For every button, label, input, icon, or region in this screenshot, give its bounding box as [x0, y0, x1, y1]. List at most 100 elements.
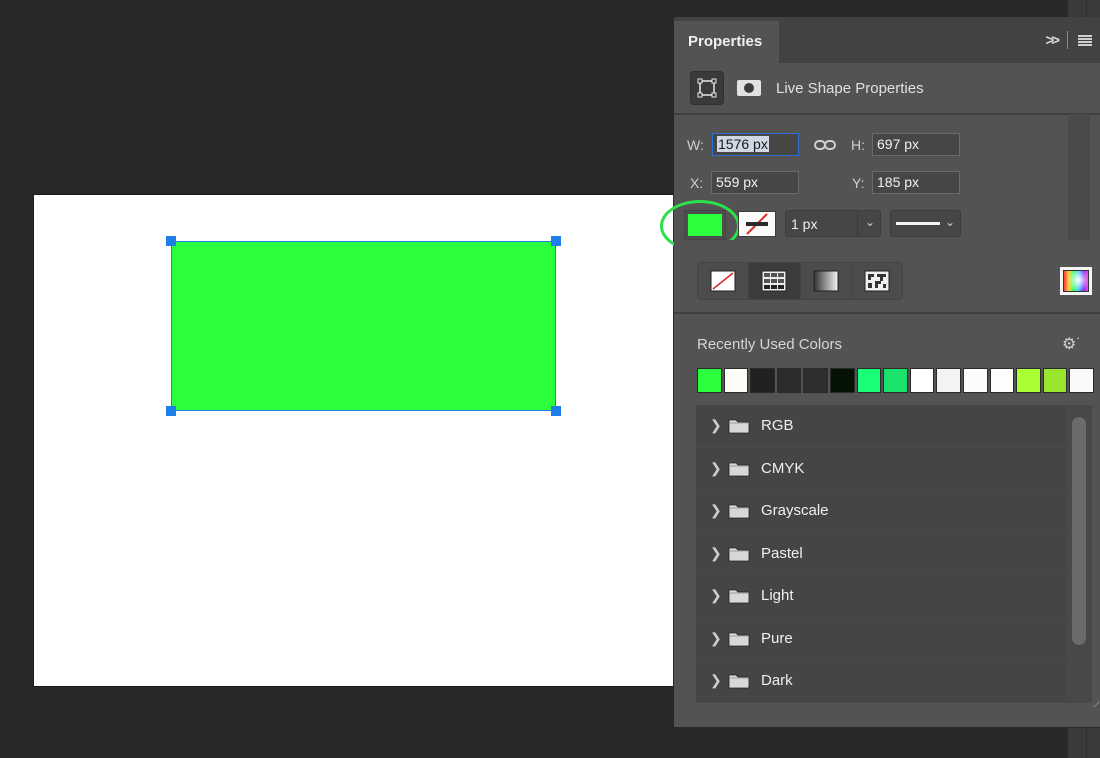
fill-swatch: [688, 214, 722, 236]
color-swatch[interactable]: [909, 368, 935, 393]
swatch-folder-item[interactable]: ❯ Grayscale: [696, 490, 1092, 533]
folder-name: RGB: [761, 417, 794, 435]
swatch-folder-list: ❯ RGB ❯ CMYK ❯ Grayscale ❯ Pastel ❯ Light ❯ Pure ❯ Da…: [696, 405, 1092, 703]
color-swatch[interactable]: [723, 368, 749, 393]
stroke-line-icon: [896, 222, 940, 225]
panel-tabbar: Properties >>: [674, 17, 1100, 63]
color-swatch[interactable]: [750, 368, 775, 393]
folder-name: Grayscale: [761, 502, 829, 520]
color-swatch[interactable]: [962, 368, 988, 393]
folder-icon: [728, 504, 750, 519]
document-canvas[interactable]: [34, 195, 684, 686]
folder-name: Light: [761, 587, 794, 605]
resize-handle-top-left[interactable]: [166, 236, 176, 246]
pattern-button[interactable]: [852, 263, 902, 299]
chevron-right-icon[interactable]: ❯: [710, 630, 722, 647]
folder-name: Pure: [761, 629, 793, 647]
fill-type-selector: [697, 262, 903, 300]
folder-name: Pastel: [761, 544, 803, 562]
folder-icon: [728, 547, 750, 561]
folder-icon: [728, 462, 750, 476]
chevron-right-icon[interactable]: ❯: [710, 417, 722, 434]
transform-icon: [697, 78, 717, 98]
swatch-folder-item[interactable]: ❯ Pure: [696, 618, 1092, 660]
folder-icon: [728, 419, 750, 434]
swatch-folder-item[interactable]: ❯ RGB: [696, 405, 1092, 448]
mask-icon: [737, 80, 761, 96]
recent-colors-title: Recently Used Colors: [697, 336, 843, 353]
color-swatch[interactable]: [883, 368, 908, 393]
fill-color-button[interactable]: [684, 210, 726, 240]
h-label: H:: [851, 137, 865, 153]
chevron-down-icon: ⌄: [864, 215, 875, 229]
transform-button[interactable]: [690, 71, 724, 105]
w-label: W:: [687, 137, 704, 153]
rectangle-shape[interactable]: [166, 236, 561, 416]
panel-scroll-area: [1068, 114, 1090, 244]
folder-icon: [728, 674, 750, 689]
resize-handle-bottom-right[interactable]: [551, 406, 561, 416]
resize-handle-top-right[interactable]: [551, 236, 561, 246]
no-stroke-icon: [746, 213, 768, 235]
divider: [674, 312, 1100, 314]
collapse-panel-icon[interactable]: >>: [1045, 32, 1059, 49]
scrollbar-thumb[interactable]: [1072, 417, 1086, 645]
swatch-folder-item[interactable]: ❯ Dark: [696, 660, 1092, 703]
color-spectrum-icon: [1063, 270, 1089, 292]
swatch-folder-item[interactable]: ❯ CMYK: [696, 448, 1092, 490]
color-swatch[interactable]: [1042, 368, 1068, 393]
fill-color-popup: Recently Used Colors ⚙˙ ❯ RGB ❯ CMYK ❯ Graysc…: [674, 240, 1100, 708]
chevron-right-icon[interactable]: ❯: [710, 672, 722, 689]
no-color-icon: [710, 270, 736, 292]
no-color-button[interactable]: [698, 263, 750, 299]
gradient-icon: [813, 270, 839, 292]
color-swatch[interactable]: [1016, 368, 1041, 393]
y-field[interactable]: 185 px: [872, 171, 960, 194]
swatch-folder-item[interactable]: ❯ Pastel: [696, 533, 1092, 575]
divider: [674, 113, 1100, 115]
mask-button[interactable]: [732, 71, 766, 105]
stroke-color-button[interactable]: [738, 211, 776, 237]
x-label: X:: [690, 175, 704, 191]
color-swatch[interactable]: [856, 368, 882, 393]
color-swatch[interactable]: [697, 368, 722, 393]
color-swatch[interactable]: [776, 368, 802, 393]
scrollbar-track[interactable]: [1066, 405, 1092, 703]
divider: [1067, 31, 1068, 49]
stroke-type-dropdown[interactable]: ⌄: [890, 210, 961, 237]
section-title: Live Shape Properties: [776, 79, 924, 97]
x-field[interactable]: 559 px: [711, 171, 799, 194]
color-swatch[interactable]: [936, 368, 961, 393]
resize-handle-bottom-left[interactable]: [166, 406, 176, 416]
folder-name: CMYK: [761, 459, 805, 477]
chevron-right-icon[interactable]: ❯: [710, 460, 722, 477]
panel-menu-icon[interactable]: [1078, 34, 1092, 46]
chevron-right-icon[interactable]: ❯: [710, 587, 722, 604]
height-field[interactable]: 697 px: [872, 133, 960, 156]
chevron-down-icon: ⌄: [944, 215, 955, 229]
shape-fill: [172, 242, 555, 410]
color-swatch[interactable]: [803, 368, 828, 393]
swatch-grid-icon: [761, 270, 787, 292]
swatch-folder-item[interactable]: ❯ Light: [696, 575, 1092, 618]
tab-properties[interactable]: Properties: [674, 21, 779, 63]
gear-icon[interactable]: ⚙˙: [1062, 334, 1082, 354]
color-swatch[interactable]: [989, 368, 1015, 393]
chevron-right-icon[interactable]: ❯: [710, 502, 722, 519]
color-picker-button[interactable]: [1060, 267, 1092, 295]
photoshop-workspace: Properties >> Live Shape Properties W: 1…: [0, 0, 1100, 758]
color-swatch[interactable]: [1069, 368, 1094, 393]
pattern-icon: [864, 270, 890, 292]
section-header: Live Shape Properties: [690, 71, 924, 105]
solid-color-button[interactable]: [749, 263, 801, 299]
folder-icon: [728, 589, 750, 604]
folder-name: Dark: [761, 672, 793, 690]
recent-colors-row: [697, 368, 1094, 393]
width-field[interactable]: 1576 px: [712, 133, 799, 156]
folder-icon: [728, 632, 750, 646]
color-swatch[interactable]: [829, 368, 855, 393]
chevron-right-icon[interactable]: ❯: [710, 545, 722, 562]
link-icon[interactable]: [814, 138, 836, 152]
stroke-width-dropdown[interactable]: 1 px ⌄: [785, 210, 881, 237]
gradient-button[interactable]: [801, 263, 852, 299]
